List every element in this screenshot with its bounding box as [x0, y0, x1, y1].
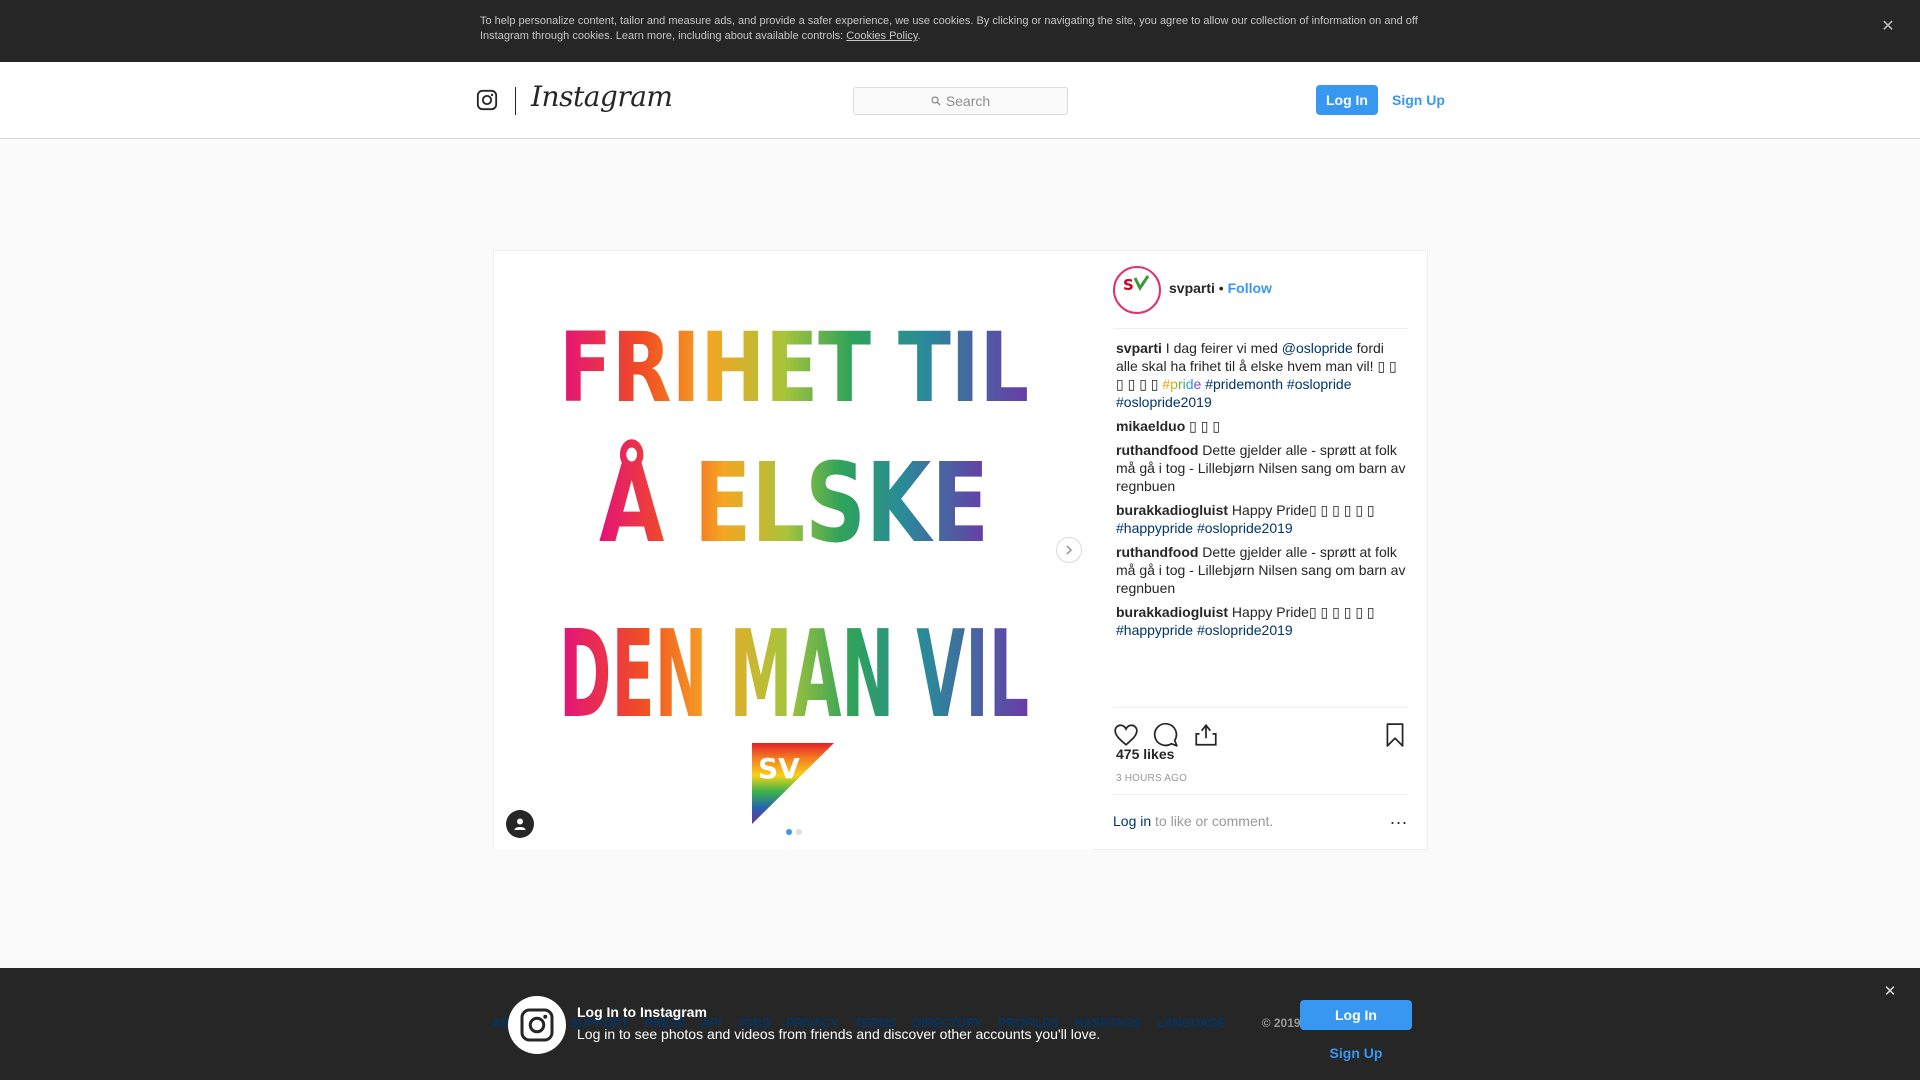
nav-divider	[515, 87, 516, 115]
hashtag-link[interactable]: @oslopride	[1282, 340, 1353, 356]
post-card: FRIHET TIL Å ELSKE DEN MAN VIL SV S svpa…	[493, 250, 1428, 850]
cookies-policy-link[interactable]: Cookies Policy	[846, 30, 917, 42]
banner-login-button[interactable]: Log In	[1300, 1000, 1412, 1030]
carousel-dot	[796, 829, 802, 835]
share-icon[interactable]	[1193, 722, 1219, 748]
instagram-logo-icon	[508, 996, 566, 1054]
instagram-glyph-icon[interactable]	[476, 89, 498, 111]
search-icon	[931, 96, 941, 106]
cookie-message: To help personalize content, tailor and …	[480, 15, 1418, 42]
image-line-3: DEN MAN VIL	[559, 606, 1029, 745]
more-options-icon[interactable]: ...	[1390, 809, 1408, 827]
comment-text: ▯ ▯ ▯	[1185, 418, 1221, 434]
hashtag-link[interactable]: #oslopride2019	[1197, 520, 1293, 536]
login-link[interactable]: Log in	[1113, 813, 1151, 829]
carousel-dots	[786, 829, 802, 835]
svg-text:S: S	[1123, 276, 1134, 294]
image-line-1: FRIHET TIL	[559, 312, 1029, 424]
comment: burakkadiogluist Happy Pride▯ ▯ ▯ ▯ ▯ ▯ …	[1116, 501, 1408, 537]
comment: ruthandfood Dette gjelder alle - sprøtt …	[1116, 441, 1408, 495]
comment-text: I dag feirer vi med	[1161, 340, 1282, 356]
footer-link[interactable]: LANGUAGE	[1157, 1016, 1226, 1030]
login-suffix: to like or comment.	[1151, 813, 1274, 829]
image-line-2: Å ELSKE	[599, 438, 989, 567]
cookie-text: To help personalize content, tailor and …	[480, 14, 1430, 44]
hashtag-link[interactable]: #oslopride2019	[1116, 394, 1212, 410]
next-arrow-icon[interactable]	[1056, 537, 1082, 563]
close-icon[interactable]: ✕	[1880, 982, 1900, 1002]
comment-text: Happy Pride▯ ▯ ▯ ▯ ▯ ▯	[1228, 502, 1375, 518]
like-count[interactable]: 475 likes	[1116, 746, 1174, 762]
signup-link[interactable]: Sign Up	[1392, 85, 1445, 115]
heart-icon[interactable]	[1113, 722, 1139, 748]
comment-username[interactable]: ruthandfood	[1116, 442, 1198, 458]
follow-button[interactable]: Follow	[1228, 280, 1272, 296]
comment-username[interactable]: burakkadiogluist	[1116, 604, 1228, 620]
post-timestamp[interactable]: 3 HOURS AGO	[1116, 773, 1187, 784]
search-placeholder: Search	[945, 93, 991, 109]
instagram-wordmark[interactable]: Instagram	[531, 80, 673, 113]
avatar[interactable]: S	[1113, 266, 1161, 314]
top-nav: Instagram Search Log In Sign Up	[0, 62, 1920, 139]
bookmark-icon[interactable]	[1382, 722, 1408, 748]
comment: svparti I dag feirer vi med @oslopride f…	[1116, 339, 1408, 411]
banner-title: Log In to Instagram	[577, 1004, 707, 1020]
post-header: S svparti • Follow	[1113, 265, 1408, 329]
login-prompt: Log in to like or comment. ...	[1113, 794, 1408, 829]
login-button[interactable]: Log In	[1316, 85, 1378, 115]
hashtag-link[interactable]: #pridemonth	[1205, 376, 1283, 392]
post-sidebar: S svparti • Follow svparti I dag feirer …	[1093, 251, 1428, 850]
hashtag-link[interactable]: #oslopride2019	[1197, 622, 1293, 638]
hashtag-link[interactable]: #oslopride	[1287, 376, 1352, 392]
post-image: FRIHET TIL Å ELSKE DEN MAN VIL SV	[559, 312, 1029, 824]
search-input[interactable]: Search	[853, 87, 1068, 115]
banner-signup-link[interactable]: Sign Up	[1300, 1040, 1412, 1066]
comment-list: svparti I dag feirer vi med @oslopride f…	[1116, 339, 1408, 645]
cookie-suffix: .	[917, 30, 921, 42]
sv-logo: SV	[752, 743, 834, 824]
comment-username[interactable]: mikaelduo	[1116, 418, 1185, 434]
sv-logo-text: SV	[758, 752, 800, 785]
author-username[interactable]: svparti	[1169, 280, 1215, 296]
pride-hashtag-link[interactable]: #pride	[1162, 376, 1201, 392]
comment: mikaelduo ▯ ▯ ▯	[1116, 417, 1408, 435]
carousel-dot	[786, 829, 792, 835]
comment-username[interactable]: ruthandfood	[1116, 544, 1198, 560]
close-icon[interactable]: ✕	[1878, 17, 1898, 37]
hashtag-link[interactable]: #happypride	[1116, 622, 1193, 638]
comment: burakkadiogluist Happy Pride▯ ▯ ▯ ▯ ▯ ▯ …	[1116, 603, 1408, 639]
cookie-banner: To help personalize content, tailor and …	[0, 0, 1920, 62]
banner-subtitle: Log in to see photos and videos from fri…	[577, 1026, 1101, 1042]
hashtag-link[interactable]: #happypride	[1116, 520, 1193, 536]
comment-text: Happy Pride▯ ▯ ▯ ▯ ▯ ▯	[1228, 604, 1375, 620]
comment-username[interactable]: svparti	[1116, 340, 1162, 356]
comment: ruthandfood Dette gjelder alle - sprøtt …	[1116, 543, 1408, 597]
comment-icon[interactable]	[1153, 722, 1179, 748]
comment-username[interactable]: burakkadiogluist	[1116, 502, 1228, 518]
author-separator: •	[1214, 280, 1228, 296]
post-author: svparti • Follow	[1169, 280, 1272, 296]
tagged-user-icon[interactable]	[506, 810, 534, 838]
post-media[interactable]: FRIHET TIL Å ELSKE DEN MAN VIL SV	[494, 251, 1093, 850]
login-banner: ABOUT USSUPPORTPRESSAPIJOBSPRIVACYTERMSD…	[0, 968, 1920, 1080]
